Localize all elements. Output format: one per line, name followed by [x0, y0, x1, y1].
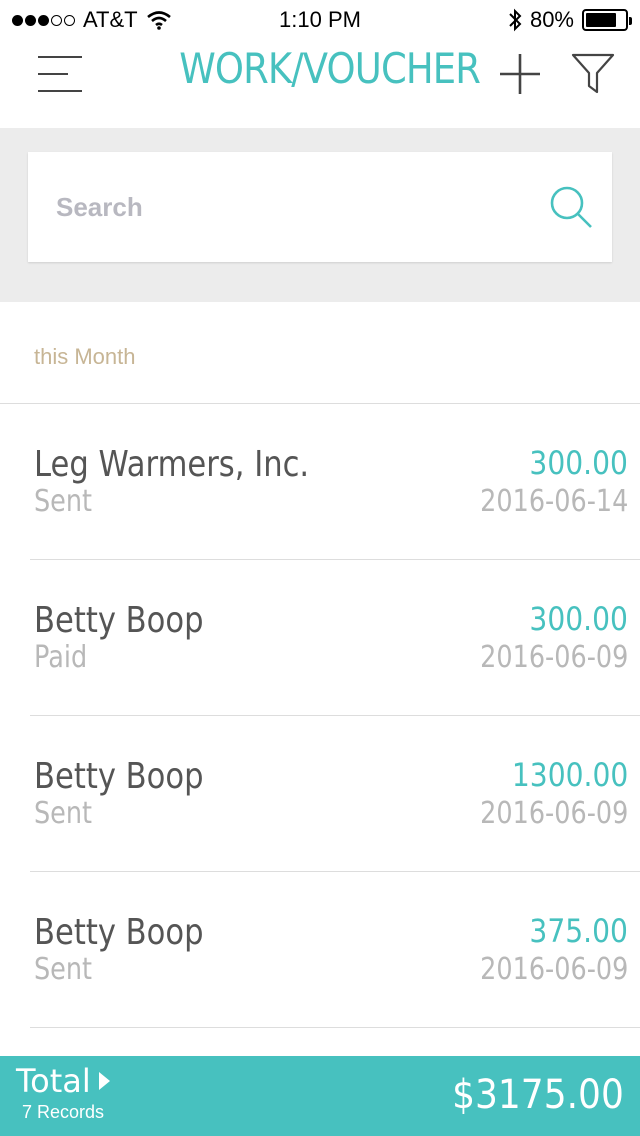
search-input[interactable] — [56, 191, 548, 223]
wifi-icon — [146, 11, 171, 30]
search-area — [0, 128, 640, 302]
voucher-client-name: Betty Boop — [34, 756, 204, 797]
menu-line — [38, 73, 68, 75]
voucher-status: Sent — [34, 952, 93, 987]
search-box — [28, 152, 612, 262]
signal-dot — [25, 14, 36, 26]
voucher-client-name: Leg Warmers, Inc. — [34, 444, 310, 485]
battery-icon — [582, 9, 632, 31]
section-header: this Month — [0, 302, 640, 404]
voucher-date: 2016-06-14 — [479, 484, 628, 519]
status-right: 80% — [508, 7, 632, 33]
bluetooth-icon — [509, 8, 522, 32]
carrier-name: AT&T — [83, 7, 138, 32]
voucher-date: 2016-06-09 — [479, 640, 628, 675]
signal-dot — [64, 14, 75, 26]
menu-line — [38, 56, 82, 58]
signal-dot — [12, 14, 23, 26]
magnifier-icon[interactable] — [548, 184, 594, 230]
voucher-status: Sent — [34, 484, 93, 519]
voucher-amount: 1300.00 — [511, 756, 628, 794]
battery-fill — [586, 13, 617, 27]
voucher-row[interactable]: Betty Boop Sent 1300.00 2016-06-09 — [30, 716, 640, 872]
status-bar: AT&T 1:10 PM 80% — [0, 0, 640, 40]
signal-dot — [38, 14, 49, 26]
record-count: 7 Records — [22, 1102, 105, 1122]
signal-strength-icon — [12, 14, 75, 26]
total-bar[interactable]: Total 7 Records $3175.00 — [0, 1056, 640, 1136]
plus-icon[interactable] — [498, 52, 542, 96]
voucher-client-name: Betty Boop — [34, 912, 204, 953]
app-header: WORK/VOUCHER — [0, 40, 640, 128]
voucher-status: Paid — [34, 640, 88, 675]
voucher-row[interactable]: Betty Boop Paid 300.00 2016-06-09 — [30, 560, 640, 716]
total-label-group: Total — [16, 1062, 110, 1100]
total-amount: $3175.00 — [452, 1072, 624, 1118]
hamburger-menu-icon[interactable] — [38, 54, 86, 94]
voucher-amount: 375.00 — [529, 912, 628, 950]
total-label: Total — [16, 1062, 91, 1100]
voucher-amount: 300.00 — [529, 600, 628, 638]
voucher-row[interactable]: Betty Boop Sent 375.00 2016-06-09 — [30, 872, 640, 1028]
voucher-date: 2016-06-09 — [479, 952, 628, 987]
menu-line — [38, 90, 82, 92]
section-label: this Month — [34, 344, 136, 369]
voucher-date: 2016-06-09 — [479, 796, 628, 831]
voucher-row[interactable]: Leg Warmers, Inc. Sent 300.00 2016-06-14 — [30, 404, 640, 560]
voucher-client-name: Betty Boop — [34, 600, 204, 641]
battery-percent: 80% — [529, 7, 574, 32]
status-left: AT&T — [12, 7, 172, 33]
voucher-amount: 300.00 — [529, 444, 628, 482]
signal-dot — [51, 14, 62, 26]
page-title: WORK/VOUCHER — [179, 44, 481, 93]
voucher-status: Sent — [34, 796, 93, 831]
caret-right-icon — [98, 1072, 110, 1090]
funnel-filter-icon[interactable] — [570, 50, 616, 96]
voucher-list: Leg Warmers, Inc. Sent 300.00 2016-06-14… — [0, 404, 640, 1028]
